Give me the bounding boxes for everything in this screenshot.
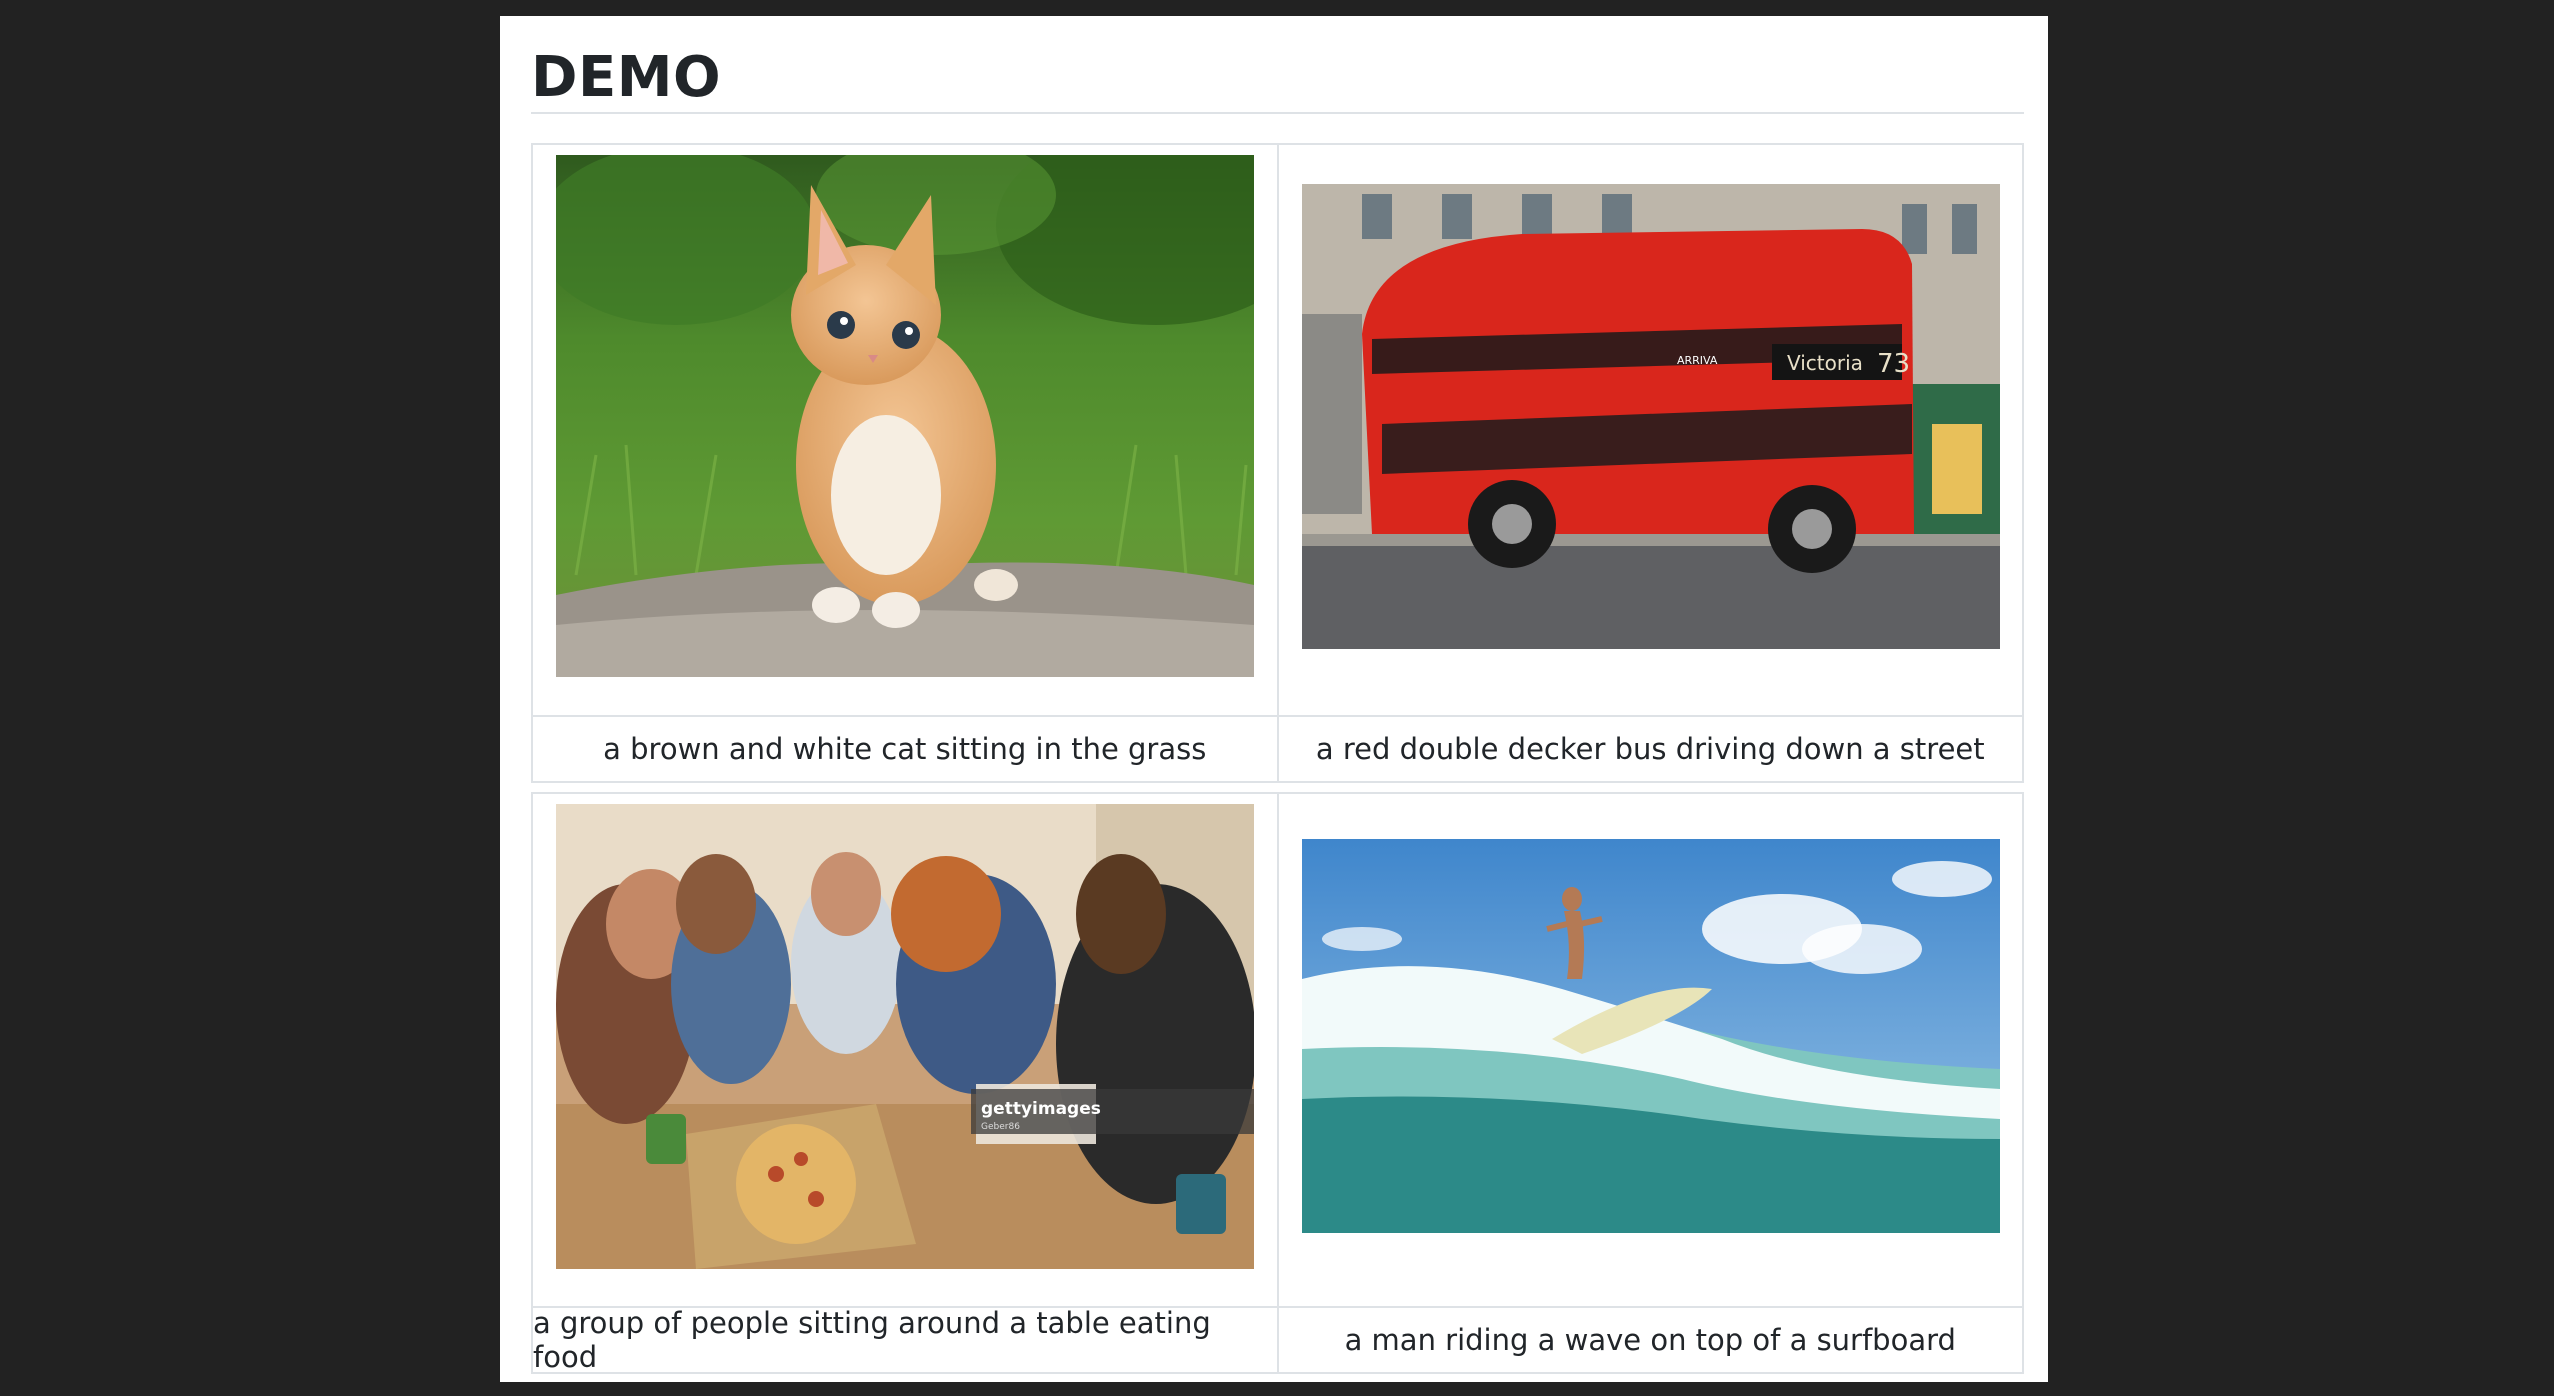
bus-brand-logo: ARRIVA [1677, 354, 1718, 367]
caption-pizza: a group of people sitting around a table… [533, 1306, 1211, 1374]
getty-credit: Geber86 [981, 1122, 1020, 1132]
caption-cat: a brown and white cat sitting in the gra… [603, 732, 1207, 766]
demo-panel: DEMO Victoria 73 ARRIVA a brown and whit… [500, 16, 2048, 1382]
gallery-cell-cat [533, 145, 1277, 715]
page-title: DEMO [531, 45, 722, 110]
gallery-cell-pizza: gettyimages Geber86 [533, 794, 1277, 1306]
cat-image[interactable] [556, 155, 1254, 677]
surfer-image[interactable] [1301, 839, 2000, 1233]
bus-route-number: 73 [1877, 349, 1910, 379]
gallery-cell-surf [1276, 794, 2023, 1306]
gallery-row: gettyimages Geber86 a group of people si… [531, 792, 2024, 1374]
gallery-cell-bus: Victoria 73 ARRIVA [1276, 145, 2023, 715]
bus-image[interactable]: Victoria 73 ARRIVA [1301, 184, 2000, 649]
caption-surf: a man riding a wave on top of a surfboar… [1276, 1308, 2023, 1372]
caption-bus: a red double decker bus driving down a s… [1276, 717, 2023, 781]
gallery-row: Victoria 73 ARRIVA a brown and white cat… [531, 143, 2024, 783]
title-divider [531, 112, 2024, 114]
getty-watermark: gettyimages [981, 1099, 1101, 1119]
bus-destination-sign: Victoria [1787, 351, 1863, 375]
pizza-group-image[interactable]: gettyimages Geber86 [556, 804, 1254, 1269]
